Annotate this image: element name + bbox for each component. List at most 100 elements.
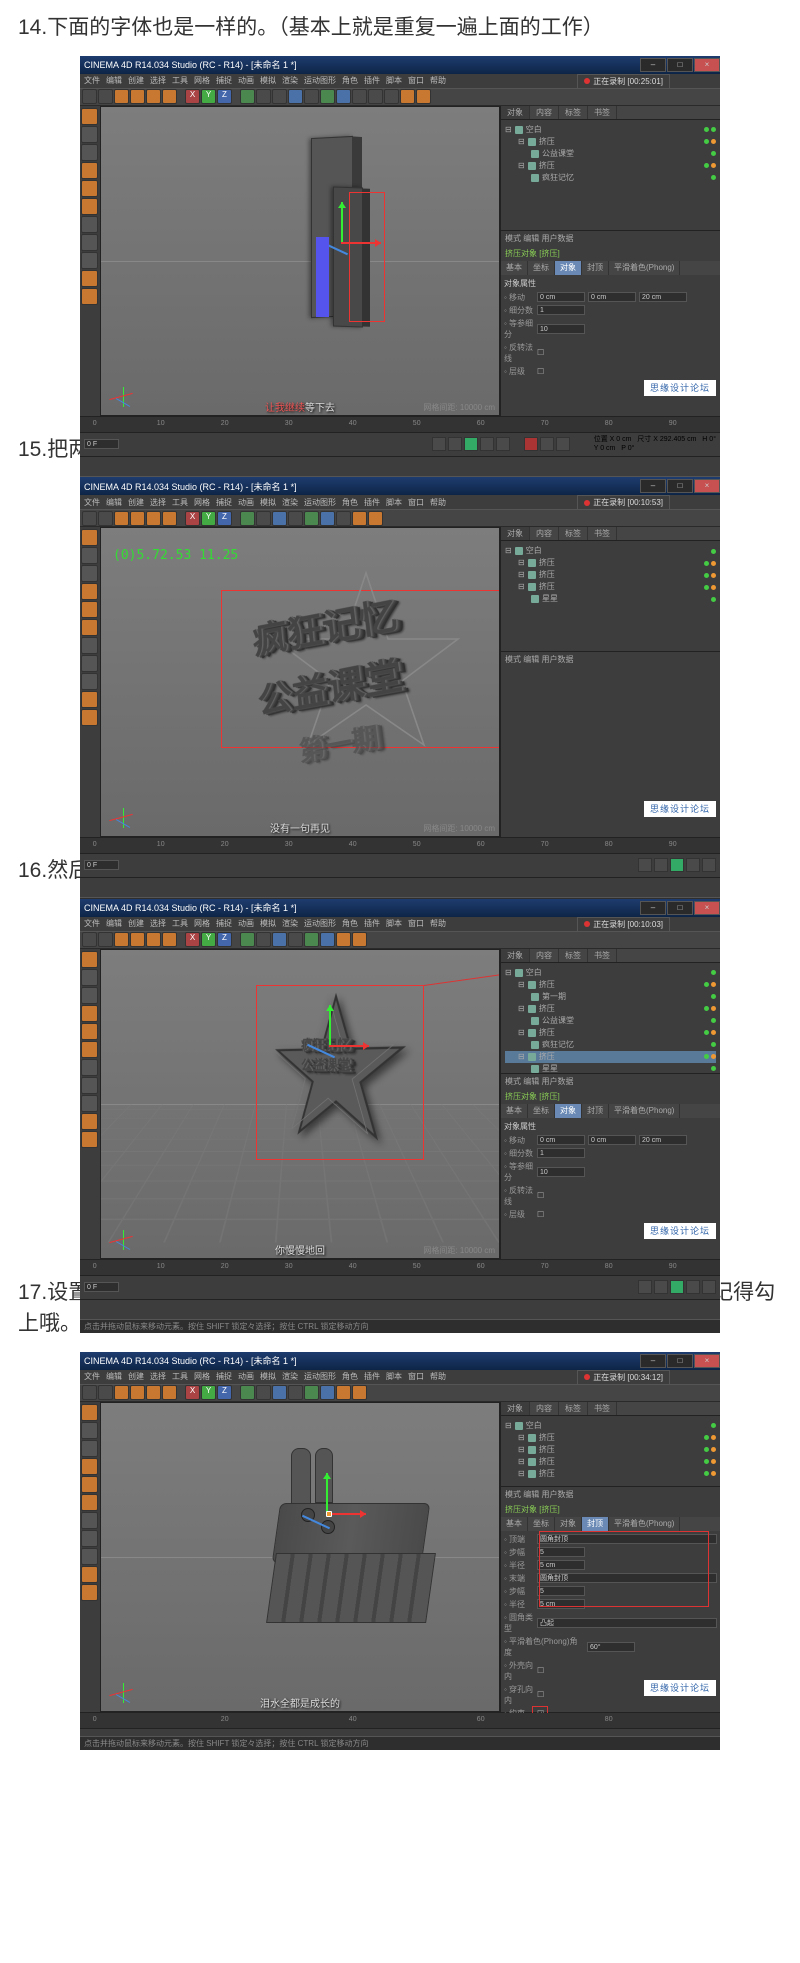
close-button[interactable]: ×: [694, 58, 720, 72]
mode-icon[interactable]: [81, 1584, 98, 1601]
play-button[interactable]: [670, 1280, 684, 1294]
coord-panel[interactable]: 位置 X 0 cm 尺寸 X 292.405 cm H 0° Y 0 cm P …: [594, 435, 716, 453]
tab-content[interactable]: 内容: [530, 106, 559, 119]
hier-checkbox[interactable]: ☐: [537, 367, 544, 376]
cap-type[interactable]: 凸起: [537, 1618, 717, 1628]
mode-icon[interactable]: [81, 1131, 98, 1148]
tb-btn[interactable]: [82, 511, 97, 526]
tab-tags[interactable]: 标签: [559, 1402, 588, 1415]
tb-btn[interactable]: [240, 932, 255, 947]
menu-item[interactable]: 渲染: [282, 1371, 298, 1382]
move-z[interactable]: 20 cm: [639, 292, 687, 302]
tab-objects[interactable]: 对象: [501, 949, 530, 962]
tb-btn[interactable]: [114, 932, 129, 947]
mode-icon[interactable]: [81, 1041, 98, 1058]
menu-item[interactable]: 网格: [194, 497, 210, 508]
toolbar[interactable]: XYZ: [80, 88, 720, 106]
menu-item[interactable]: 工具: [172, 1371, 188, 1382]
close-button[interactable]: ×: [694, 1354, 720, 1368]
move-x[interactable]: 0 cm: [537, 1135, 585, 1145]
play-last[interactable]: [496, 437, 510, 451]
menu-item[interactable]: 动画: [238, 497, 254, 508]
timeline[interactable]: 0102030405060708090 0 F: [80, 1259, 720, 1299]
max-button[interactable]: □: [667, 1354, 693, 1368]
menu-item[interactable]: 窗口: [408, 75, 424, 86]
tab-bookmarks[interactable]: 书签: [588, 949, 617, 962]
menu-item[interactable]: 角色: [342, 75, 358, 86]
tab-content[interactable]: 内容: [530, 1402, 559, 1415]
attr-tab-phong[interactable]: 平滑着色(Phong): [609, 261, 680, 275]
frame-start[interactable]: 0 F: [84, 1282, 119, 1292]
tb-btn[interactable]: [304, 932, 319, 947]
timeline[interactable]: 0102030405060708090 0 F 位置 X 0 cm 尺寸 X 2…: [80, 416, 720, 456]
tl-btn[interactable]: [540, 437, 554, 451]
tb-btn[interactable]: [320, 932, 335, 947]
tb-btn[interactable]: [82, 932, 97, 947]
min-button[interactable]: –: [640, 58, 666, 72]
attr-tab-caps[interactable]: 封顶: [582, 1104, 609, 1118]
play-last[interactable]: [702, 1280, 716, 1294]
menu-item[interactable]: 创建: [128, 75, 144, 86]
attr-tab-caps[interactable]: 封顶: [582, 261, 609, 275]
attr-tab-caps[interactable]: 封顶: [582, 1517, 609, 1531]
mode-icon[interactable]: [81, 619, 98, 636]
hier-checkbox[interactable]: ☐: [537, 1210, 544, 1219]
tb-btn[interactable]: [130, 511, 145, 526]
viewport[interactable]: (0)5.72.53 11.25 疯狂记忆 公益课堂 第一期 网格间距: 100…: [100, 527, 500, 837]
titlebar[interactable]: CINEMA 4D R14.034 Studio (RC - R14) - [未…: [80, 1352, 720, 1370]
tb-axis-x[interactable]: X: [185, 511, 200, 526]
tb-btn[interactable]: [352, 89, 367, 104]
play-next[interactable]: [686, 1280, 700, 1294]
mode-icon[interactable]: [81, 1005, 98, 1022]
max-button[interactable]: □: [667, 901, 693, 915]
mode-icon[interactable]: [81, 1494, 98, 1511]
menu-item[interactable]: 插件: [364, 497, 380, 508]
menu-item[interactable]: 编辑: [106, 1371, 122, 1382]
mode-icon[interactable]: [81, 1113, 98, 1130]
hull-checkbox[interactable]: ☐: [537, 1666, 544, 1675]
tab-tags[interactable]: 标签: [559, 949, 588, 962]
menu-item[interactable]: 动画: [238, 1371, 254, 1382]
tb-btn[interactable]: [304, 511, 319, 526]
play-button[interactable]: [464, 437, 478, 451]
mode-icon[interactable]: [81, 583, 98, 600]
min-button[interactable]: –: [640, 1354, 666, 1368]
menu-item[interactable]: 运动图形: [304, 918, 336, 929]
tb-btn[interactable]: [352, 511, 367, 526]
menu-item[interactable]: 模拟: [260, 1371, 276, 1382]
mode-icon[interactable]: [81, 987, 98, 1004]
play-last[interactable]: [702, 858, 716, 872]
tb-btn[interactable]: [256, 89, 271, 104]
mode-icon[interactable]: [81, 288, 98, 305]
play-next[interactable]: [686, 858, 700, 872]
menu-item[interactable]: 插件: [364, 1371, 380, 1382]
viewport[interactable]: 泪水全都是成长的: [100, 1402, 500, 1712]
menu-item[interactable]: 运动图形: [304, 1371, 336, 1382]
toolbar[interactable]: XYZ: [80, 1384, 720, 1402]
tb-btn[interactable]: [114, 1385, 129, 1400]
tb-btn[interactable]: [272, 1385, 287, 1400]
play-prev[interactable]: [654, 1280, 668, 1294]
menu-item[interactable]: 脚本: [386, 1371, 402, 1382]
tab-bookmarks[interactable]: 书签: [588, 527, 617, 540]
tb-btn[interactable]: [288, 511, 303, 526]
tb-btn[interactable]: [82, 1385, 97, 1400]
mode-icon[interactable]: [81, 1440, 98, 1457]
menu-item[interactable]: 编辑: [106, 918, 122, 929]
tb-axis-y[interactable]: Y: [201, 511, 216, 526]
tb-axis-x[interactable]: X: [185, 932, 200, 947]
menu-item[interactable]: 帮助: [430, 497, 446, 508]
tb-axis-z[interactable]: Z: [217, 932, 232, 947]
tb-btn[interactable]: [320, 511, 335, 526]
tb-btn[interactable]: [272, 932, 287, 947]
tb-btn[interactable]: [368, 511, 383, 526]
subdiv-field[interactable]: 1: [537, 305, 585, 315]
tb-render[interactable]: [240, 89, 255, 104]
iso-field[interactable]: 10: [537, 324, 585, 334]
mode-icon[interactable]: [81, 1548, 98, 1565]
viewport[interactable]: 疯狂记忆 公益课堂 网格间距: 10000 cm 你慢慢地回: [100, 949, 500, 1259]
menu-item[interactable]: 文件: [84, 918, 100, 929]
flip-checkbox[interactable]: ☐: [537, 348, 544, 357]
tb-undo[interactable]: [82, 89, 97, 104]
mode-icon[interactable]: [81, 1059, 98, 1076]
